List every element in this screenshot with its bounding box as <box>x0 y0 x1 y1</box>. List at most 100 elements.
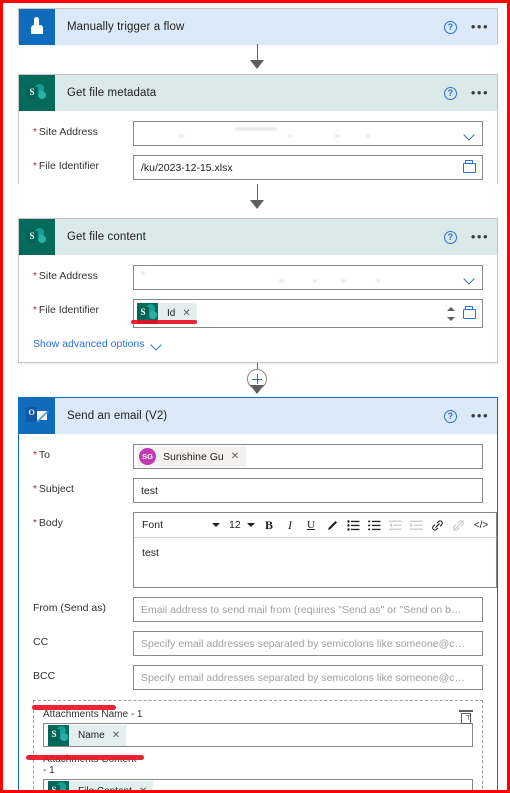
sharepoint-icon: S <box>19 219 55 255</box>
body-content[interactable]: test <box>133 538 497 588</box>
attachments-content-input[interactable]: S File Content ✕ <box>43 779 473 791</box>
increase-indent-button[interactable] <box>407 515 425 535</box>
sharepoint-icon: S <box>19 75 55 111</box>
bcc-row: BCC Specify email addresses separated by… <box>33 665 483 690</box>
attachments-name-input[interactable]: S Name ✕ <box>43 723 473 747</box>
font-size-select[interactable]: 12 <box>227 515 257 535</box>
annotation-frame: Manually trigger a flow ? ••• S Get file… <box>0 0 510 793</box>
redacted-value <box>141 122 454 145</box>
dynamic-content-token[interactable]: S Name ✕ <box>48 724 127 746</box>
text-highlight-button[interactable] <box>323 515 341 535</box>
subject-value: test <box>141 484 158 497</box>
token-label: Name <box>78 729 105 741</box>
cc-placeholder: Specify email addresses separated by sem… <box>141 637 466 650</box>
connector-arrow <box>250 385 264 394</box>
help-icon[interactable]: ? <box>443 20 457 34</box>
chevron-down-icon <box>152 341 162 348</box>
get-file-metadata-card[interactable]: S Get file metadata ? ••• Site Address <box>18 74 498 190</box>
more-menu-icon[interactable]: ••• <box>471 86 489 99</box>
annotation-marker <box>131 320 197 324</box>
help-icon[interactable]: ? <box>443 409 457 423</box>
folder-picker-icon[interactable] <box>463 306 476 319</box>
underline-button[interactable]: U <box>302 515 320 535</box>
recipient-chip[interactable]: SG Sunshine Gu ✕ <box>137 446 247 467</box>
trigger-title: Manually trigger a flow <box>67 21 185 33</box>
show-advanced-options-link[interactable]: Show advanced options <box>33 338 162 350</box>
help-icon[interactable]: ? <box>443 86 457 100</box>
sharepoint-icon: S <box>48 724 69 746</box>
site-address-input[interactable] <box>133 265 483 290</box>
bcc-input[interactable]: Specify email addresses separated by sem… <box>133 665 483 690</box>
font-family-select[interactable]: Font <box>138 515 224 535</box>
trigger-card-header[interactable]: Manually trigger a flow ? ••• <box>19 9 497 45</box>
send-an-email-card[interactable]: O Send an email (V2) ? ••• To SG Sunshin… <box>18 397 498 791</box>
get-file-metadata-actions: ? ••• <box>443 75 489 111</box>
from-row: From (Send as) Email address to send mai… <box>33 597 483 622</box>
site-address-label: Site Address <box>33 121 133 139</box>
file-identifier-label: File Identifier <box>33 155 133 173</box>
file-identifier-row: File Identifier /ku/2023-12-15.xlsx <box>33 155 483 180</box>
subject-input[interactable]: test <box>133 478 483 503</box>
bold-button[interactable]: B <box>260 515 278 535</box>
more-menu-icon[interactable]: ••• <box>471 230 489 243</box>
dynamic-content-token[interactable]: S File Content ✕ <box>48 780 154 791</box>
body-label: Body <box>33 512 133 530</box>
remove-token-icon[interactable]: ✕ <box>139 786 147 791</box>
flow-canvas: Manually trigger a flow ? ••• S Get file… <box>6 6 507 791</box>
font-family-value: Font <box>142 519 164 531</box>
get-file-content-card[interactable]: S Get file content ? ••• Site Address <box>18 218 498 363</box>
body-rich-text-editor[interactable]: Font 12 B I U </> test <box>133 512 497 588</box>
from-input[interactable]: Email address to send mail from (require… <box>133 597 483 622</box>
font-size-value: 12 <box>229 519 241 531</box>
italic-button[interactable]: I <box>281 515 299 535</box>
annotation-marker <box>26 755 144 760</box>
rte-toolbar: Font 12 B I U </> <box>133 512 497 538</box>
remove-link-button[interactable] <box>449 515 467 535</box>
recipient-name: Sunshine Gu <box>163 450 224 463</box>
send-an-email-header[interactable]: O Send an email (V2) ? ••• <box>19 398 497 434</box>
file-identifier-input[interactable]: /ku/2023-12-15.xlsx <box>133 155 483 180</box>
trigger-card-actions: ? ••• <box>443 9 489 45</box>
get-file-metadata-header[interactable]: S Get file metadata ? ••• <box>19 75 497 111</box>
from-placeholder: Email address to send mail from (require… <box>141 603 462 616</box>
advanced-options-row: Show advanced options <box>33 338 483 350</box>
file-identifier-label: File Identifier <box>33 299 133 317</box>
cc-input[interactable]: Specify email addresses separated by sem… <box>133 631 483 656</box>
subject-row: Subject test <box>33 478 483 503</box>
sharepoint-icon: S <box>48 780 69 790</box>
get-file-metadata-title: Get file metadata <box>67 87 157 99</box>
send-an-email-title: Send an email (V2) <box>67 410 168 422</box>
file-identifier-value: /ku/2023-12-15.xlsx <box>141 161 233 174</box>
subject-label: Subject <box>33 478 133 496</box>
stepper-icon[interactable] <box>447 306 456 321</box>
delete-icon[interactable]: ⊤ <box>459 710 473 724</box>
connector-arrow <box>250 60 264 69</box>
file-identifier-row: File Identifier S Id ✕ <box>33 299 483 328</box>
attachments-name-label: Attachments Name - 1 <box>43 709 143 720</box>
chevron-down-icon[interactable] <box>465 275 475 281</box>
decrease-indent-button[interactable] <box>386 515 404 535</box>
site-address-input[interactable] <box>133 121 483 146</box>
trigger-card[interactable]: Manually trigger a flow ? ••• <box>18 8 498 45</box>
more-menu-icon[interactable]: ••• <box>471 20 489 33</box>
to-input[interactable]: SG Sunshine Gu ✕ <box>133 444 483 469</box>
remove-recipient-icon[interactable]: ✕ <box>231 451 239 462</box>
hand-pointer-icon <box>19 9 55 45</box>
more-menu-icon[interactable]: ••• <box>471 409 489 422</box>
send-an-email-body: To SG Sunshine Gu ✕ Subject test Bod <box>19 434 497 791</box>
bcc-label: BCC <box>33 670 56 682</box>
code-view-button[interactable]: </> <box>470 515 492 535</box>
get-file-content-actions: ? ••• <box>443 219 489 255</box>
remove-token-icon[interactable]: ✕ <box>112 730 120 741</box>
folder-picker-icon[interactable] <box>463 160 476 173</box>
site-address-label: Site Address <box>33 265 133 283</box>
get-file-content-header[interactable]: S Get file content ? ••• <box>19 219 497 255</box>
site-address-row: Site Address <box>33 121 483 146</box>
chevron-down-icon[interactable] <box>465 131 475 137</box>
bulleted-list-button[interactable] <box>344 515 362 535</box>
help-icon[interactable]: ? <box>443 230 457 244</box>
remove-token-icon[interactable]: ✕ <box>182 308 190 319</box>
insert-link-button[interactable] <box>428 515 446 535</box>
chevron-down-icon <box>212 523 220 527</box>
numbered-list-button[interactable] <box>365 515 383 535</box>
